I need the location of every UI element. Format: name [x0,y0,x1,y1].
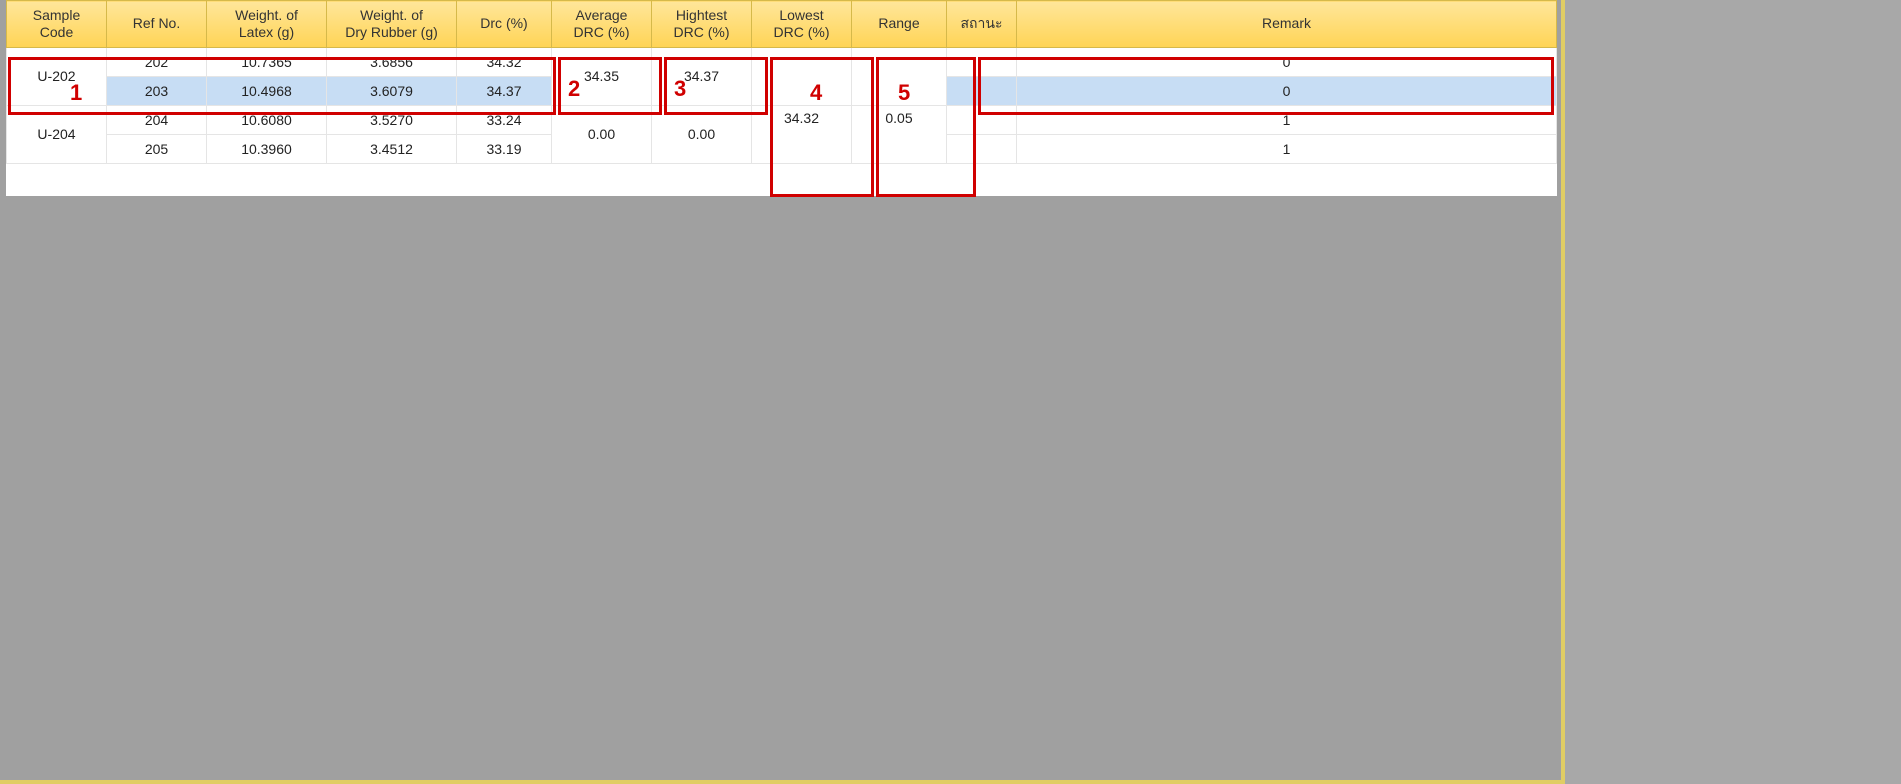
cell-lowest-drc[interactable]: 34.32 [752,105,852,163]
cell-ref-no[interactable]: 204 [107,105,207,134]
cell-weight-dry-rubber[interactable]: 3.6856 [327,47,457,76]
cell-remark[interactable]: 1 [1017,134,1557,163]
cell-drc[interactable]: 34.32 [457,47,552,76]
cell-ref-no[interactable]: 205 [107,134,207,163]
col-ref-no[interactable]: Ref No. [107,1,207,48]
cell-weight-dry-rubber[interactable]: 3.6079 [327,76,457,105]
cell-weight-latex[interactable]: 10.3960 [207,134,327,163]
cell-lowest-drc[interactable] [752,47,852,105]
col-sample-code[interactable]: SampleCode [7,1,107,48]
cell-weight-dry-rubber[interactable]: 3.4512 [327,134,457,163]
cell-weight-latex[interactable]: 10.4968 [207,76,327,105]
cell-sample-code[interactable]: U-204 [7,105,107,163]
col-range[interactable]: Range [852,1,947,48]
drc-table: SampleCode Ref No. Weight. ofLatex (g) W… [6,0,1557,164]
col-status[interactable]: สถานะ [947,1,1017,48]
cell-weight-latex[interactable]: 10.7365 [207,47,327,76]
cell-highest-drc[interactable]: 0.00 [652,105,752,163]
table-row[interactable]: U-20420410.60803.527033.240.000.0034.320… [7,105,1557,134]
cell-weight-dry-rubber[interactable]: 3.5270 [327,105,457,134]
cell-remark[interactable]: 0 [1017,47,1557,76]
cell-ref-no[interactable]: 203 [107,76,207,105]
col-lowest-drc[interactable]: LowestDRC (%) [752,1,852,48]
cell-drc[interactable]: 34.37 [457,76,552,105]
cell-range[interactable] [852,47,947,105]
cell-average-drc[interactable]: 0.00 [552,105,652,163]
table-row[interactable]: U-20220210.73653.685634.3234.3534.370 [7,47,1557,76]
cell-status[interactable] [947,134,1017,163]
cell-drc[interactable]: 33.24 [457,105,552,134]
col-weight-dry-rubber[interactable]: Weight. ofDry Rubber (g) [327,1,457,48]
cell-status[interactable] [947,76,1017,105]
cell-remark[interactable]: 0 [1017,76,1557,105]
header-row: SampleCode Ref No. Weight. ofLatex (g) W… [7,1,1557,48]
col-highest-drc[interactable]: HightestDRC (%) [652,1,752,48]
cell-status[interactable] [947,105,1017,134]
cell-sample-code[interactable]: U-202 [7,47,107,105]
cell-range[interactable]: 0.05 [852,105,947,163]
col-drc[interactable]: Drc (%) [457,1,552,48]
cell-weight-latex[interactable]: 10.6080 [207,105,327,134]
col-average-drc[interactable]: AverageDRC (%) [552,1,652,48]
col-weight-latex[interactable]: Weight. ofLatex (g) [207,1,327,48]
cell-drc[interactable]: 33.19 [457,134,552,163]
cell-ref-no[interactable]: 202 [107,47,207,76]
grid-panel: SampleCode Ref No. Weight. ofLatex (g) W… [0,0,1565,784]
cell-status[interactable] [947,47,1017,76]
cell-average-drc[interactable]: 34.35 [552,47,652,105]
data-area: SampleCode Ref No. Weight. ofLatex (g) W… [6,0,1557,196]
cell-highest-drc[interactable]: 34.37 [652,47,752,105]
cell-remark[interactable]: 1 [1017,105,1557,134]
col-remark[interactable]: Remark [1017,1,1557,48]
